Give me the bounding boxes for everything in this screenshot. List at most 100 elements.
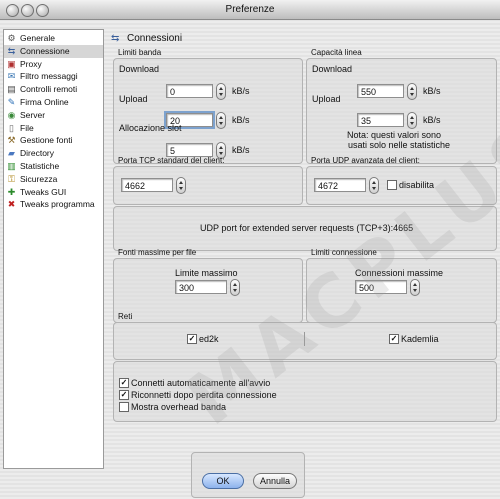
slot-allocation-label: Allocazione slot (119, 123, 182, 133)
sidebar-item-label: Server (20, 109, 46, 120)
udp-disable-checkbox[interactable] (387, 180, 397, 190)
download-limit-label: Download (119, 64, 160, 74)
capacity-upload-stepper[interactable] (407, 112, 417, 129)
sidebar-item-label: Filtro messaggi (20, 71, 78, 82)
sidebar-item-label: Gestione fonti (20, 135, 73, 146)
sidebar-item-server[interactable]: ◉ Server (4, 109, 103, 122)
sidebar-item-file[interactable]: ▯ File (4, 122, 103, 135)
capacity-upload-input[interactable]: 35 (357, 113, 404, 127)
preferences-content: ⚙ Generale ⇆ Connessione ▣ Proxy ✉ Filtr… (0, 20, 500, 499)
gear-icon: ⚙ (7, 33, 16, 43)
capacity-upload-label: Upload (312, 94, 341, 104)
udp-port-input[interactable]: 4672 (314, 178, 366, 192)
sidebar: ⚙ Generale ⇆ Connessione ▣ Proxy ✉ Filtr… (3, 29, 104, 469)
title-bar: Preferenze (0, 0, 500, 20)
max-sources-input[interactable]: 300 (175, 280, 227, 294)
download-limit-stepper[interactable] (216, 83, 226, 100)
sidebar-item-label: Directory (20, 148, 55, 159)
sidebar-item-firma-online[interactable]: ✎ Firma Online (4, 96, 103, 109)
show-overhead-label: Mostra overhead banda (131, 402, 227, 412)
max-sources-stepper[interactable] (230, 279, 240, 296)
conn-limits-label: Connessioni massime (355, 268, 444, 278)
sidebar-item-tweaks-gui[interactable]: ✚ Tweaks GUI (4, 186, 103, 199)
cancel-button[interactable]: Annulla (253, 473, 297, 489)
security-icon: ⚿ (8, 173, 15, 184)
auto-connect-checkbox[interactable]: ✓ (119, 378, 129, 388)
sidebar-item-statistiche[interactable]: ▥ Statistiche (4, 160, 103, 173)
bandwidth-group-title: Limiti banda (118, 48, 162, 57)
capacity-upload-unit: kB/s (423, 115, 441, 125)
remote-control-icon: ▤ (7, 84, 16, 95)
conn-limits-title: Limiti connessione (311, 248, 377, 257)
sidebar-item-label: Tweaks programma (20, 199, 95, 210)
udp-disable-label: disabilita (399, 180, 435, 190)
ed2k-checkbox[interactable]: ✓ (187, 334, 197, 344)
upload-limit-unit: kB/s (232, 115, 250, 125)
sidebar-item-label: Firma Online (20, 97, 69, 107)
sidebar-item-label: Sicurezza (20, 173, 58, 184)
sidebar-item-directory[interactable]: ▰ Directory (4, 147, 103, 160)
capacity-group-title: Capacità linea (311, 48, 362, 57)
sidebar-item-controlli-remoti[interactable]: ▤ Controlli remoti (4, 83, 103, 96)
conn-limits-stepper[interactable] (410, 279, 420, 296)
directory-icon: ▰ (8, 148, 15, 159)
sidebar-item-label: Controlli remoti (20, 84, 78, 95)
tweaks-gui-icon: ✚ (7, 186, 16, 197)
capacity-download-input[interactable]: 550 (357, 84, 404, 98)
conn-limits-input[interactable]: 500 (355, 280, 407, 294)
ed2k-label: ed2k (199, 334, 219, 344)
sidebar-item-label: Proxy (20, 58, 42, 69)
kademlia-checkbox[interactable]: ✓ (389, 334, 399, 344)
capacity-download-stepper[interactable] (407, 83, 417, 100)
auto-connect-label: Connetti automaticamente all'avvio (131, 378, 271, 388)
connection-icon: ⇆ (7, 45, 16, 56)
connection-icon: ⇆ (111, 33, 120, 44)
capacity-download-label: Download (312, 64, 353, 74)
sidebar-item-label: File (20, 122, 34, 133)
upload-limit-stepper[interactable] (216, 112, 226, 129)
server-icon: ◉ (7, 109, 16, 120)
sidebar-item-sicurezza[interactable]: ⚿ Sicurezza (4, 173, 103, 186)
networks-title: Reti (118, 312, 133, 321)
tcp-port-stepper[interactable] (176, 177, 186, 194)
slot-allocation-unit: kB/s (232, 145, 250, 155)
reconnect-label: Riconnetti dopo perdita connessione (131, 390, 277, 400)
proxy-icon: ▣ (7, 58, 16, 69)
slot-allocation-input[interactable]: 5 (166, 143, 213, 157)
max-sources-title: Fonti massime per file (118, 248, 197, 257)
sidebar-item-label: Generale (20, 33, 55, 43)
online-signature-icon: ✎ (7, 97, 16, 107)
capacity-download-unit: kB/s (423, 86, 441, 96)
upload-limit-label: Upload (119, 94, 148, 104)
message-filter-icon: ✉ (7, 71, 16, 82)
sidebar-item-proxy[interactable]: ▣ Proxy (4, 58, 103, 71)
sidebar-item-tweaks-programma[interactable]: ✖ Tweaks programma (4, 198, 103, 211)
show-overhead-checkbox[interactable] (119, 402, 129, 412)
sidebar-item-generale[interactable]: ⚙ Generale (4, 32, 103, 45)
max-sources-label: Limite massimo (175, 268, 238, 278)
extended-udp-text: UDP port for extended server requests (T… (200, 223, 414, 233)
statistics-icon: ▥ (7, 161, 16, 171)
tweaks-program-icon: ✖ (7, 199, 16, 210)
file-icon: ▯ (9, 122, 14, 133)
sidebar-item-filtro-messaggi[interactable]: ✉ Filtro messaggi (4, 70, 103, 83)
tcp-port-input[interactable]: 4662 (121, 178, 173, 192)
download-limit-input[interactable]: 0 (166, 84, 213, 98)
networks-divider (304, 332, 305, 346)
capacity-note-line2: usati solo nelle statistiche (348, 140, 451, 150)
udp-port-stepper[interactable] (369, 177, 379, 194)
tcp-port-title: Porta TCP standard del client: (118, 156, 225, 165)
download-limit-unit: kB/s (232, 86, 250, 96)
udp-port-title: Porta UDP avanzata del client: (311, 156, 420, 165)
sidebar-item-gestione-fonti[interactable]: ⚒ Gestione fonti (4, 134, 103, 147)
section-title: Connessioni (127, 33, 183, 44)
sidebar-item-connessione[interactable]: ⇆ Connessione (4, 44, 103, 58)
sources-icon: ⚒ (7, 135, 16, 146)
sidebar-item-label: Statistiche (20, 161, 60, 171)
close-window-button[interactable] (6, 4, 19, 17)
zoom-window-button[interactable] (36, 4, 49, 17)
capacity-note-line1: Nota: questi valori sono (347, 130, 442, 140)
reconnect-checkbox[interactable]: ✓ (119, 390, 129, 400)
ok-button[interactable]: OK (202, 473, 244, 489)
minimize-window-button[interactable] (21, 4, 34, 17)
